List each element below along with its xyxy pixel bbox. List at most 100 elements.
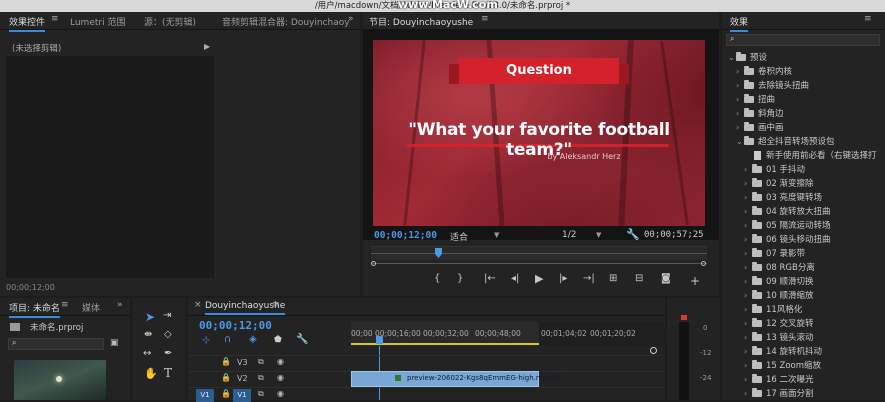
menu-icon[interactable]: ≡: [481, 14, 489, 24]
tab-source[interactable]: 源：(无剪辑): [144, 15, 196, 28]
sync-lock-icon[interactable]: ⧉: [258, 389, 264, 399]
wrench-icon[interactable]: 🔧: [626, 228, 640, 241]
tree-item[interactable]: › 10 顺滑缩放: [722, 289, 814, 303]
tab-lumetri-scopes[interactable]: Lumetri 范围: [70, 15, 125, 28]
slip-tool-icon[interactable]: ↔: [143, 348, 151, 359]
type-tool-icon[interactable]: T: [164, 366, 172, 380]
tree-item[interactable]: ⌄ 预设: [722, 51, 767, 65]
tree-item[interactable]: › 14 旋转机抖动: [722, 345, 822, 359]
clip-thumbnail[interactable]: [14, 360, 106, 400]
mark-in-icon[interactable]: {: [434, 273, 440, 284]
tree-item[interactable]: › 09 顺滑切换: [722, 275, 814, 289]
playhead-marker[interactable]: [435, 248, 442, 258]
folder-icon: [752, 332, 762, 341]
timeline-timecode[interactable]: 00;00;12;00: [199, 319, 272, 332]
menu-icon[interactable]: ≡: [272, 300, 280, 310]
program-timecode[interactable]: 00;00;12;00: [374, 230, 437, 241]
hand-tool-icon[interactable]: ✋: [144, 367, 158, 380]
eye-icon[interactable]: ◉: [277, 357, 284, 366]
sync-lock-icon[interactable]: ⧉: [258, 373, 264, 383]
tree-item[interactable]: › 07 录影带: [722, 247, 805, 261]
tab-effect-controls[interactable]: 效果控件: [9, 15, 46, 32]
tree-item[interactable]: › 08 RGB分离: [722, 261, 815, 275]
step-back-icon[interactable]: ◂|: [511, 273, 519, 284]
new-bin-icon[interactable]: ▣: [110, 338, 119, 348]
tree-item[interactable]: › 扭曲: [722, 93, 775, 107]
time-ruler[interactable]: 00;00 00;00;16;00 00;00;32;00 00;00;48;0…: [351, 322, 665, 346]
program-scrubber[interactable]: [371, 246, 707, 260]
menu-icon[interactable]: ≡: [61, 300, 69, 310]
lift-icon[interactable]: ⊞: [609, 273, 617, 284]
resolution-dropdown[interactable]: 1/2 ▼: [562, 230, 612, 240]
razor-tool-icon[interactable]: ◇: [164, 329, 172, 340]
pen-tool-icon[interactable]: ✒: [164, 348, 172, 359]
lock-icon[interactable]: 🔒: [221, 357, 231, 366]
add-button-icon[interactable]: +: [690, 274, 700, 288]
play-icon[interactable]: ▶: [535, 272, 543, 285]
ruler-label: 00;01;04;02: [541, 329, 587, 338]
folder-icon: [752, 220, 762, 229]
tree-item[interactable]: 新手使用前必看（右键选择打: [722, 149, 877, 163]
meter-scale-label: -24: [700, 374, 712, 382]
source-patch-v1[interactable]: V1: [196, 389, 214, 402]
more-tabs-icon[interactable]: »: [348, 14, 354, 24]
peak-indicator[interactable]: [681, 315, 687, 320]
tree-item[interactable]: › 05 隔流运动转场: [722, 219, 831, 233]
project-search-input[interactable]: ⌕: [8, 338, 104, 350]
track-select-tool-icon[interactable]: ⇥: [163, 310, 171, 321]
tree-item[interactable]: › 15 Zoom缩放: [722, 359, 821, 373]
go-to-out-icon[interactable]: →|: [583, 273, 595, 284]
menu-icon[interactable]: ≡: [864, 14, 872, 24]
video-clip[interactable]: preview-206022-Kgs8qEmmEG-high.mp4 [V]: [351, 371, 564, 387]
tree-item[interactable]: › 斜角边: [722, 107, 784, 121]
mark-out-icon[interactable]: }: [457, 273, 463, 284]
expand-arrow-icon[interactable]: ▶: [204, 42, 210, 51]
marker-icon[interactable]: ⬟: [274, 335, 282, 345]
tab-project[interactable]: 项目: 未命名: [9, 301, 60, 318]
step-forward-icon[interactable]: |▸: [559, 273, 567, 284]
eye-icon[interactable]: ◉: [277, 389, 284, 398]
scroll-end-handle[interactable]: [650, 347, 657, 354]
lock-icon[interactable]: 🔒: [221, 373, 231, 382]
tree-item[interactable]: › 11风格化: [722, 303, 802, 317]
tree-item[interactable]: › 12 交叉旋转: [722, 317, 814, 331]
ripple-edit-tool-icon[interactable]: ⇼: [144, 329, 152, 340]
tree-item[interactable]: › 04 旋转放大扭曲: [722, 205, 831, 219]
tab-effects[interactable]: 效果: [730, 15, 749, 32]
tree-item[interactable]: › 06 镜头移动扭曲: [722, 233, 831, 247]
zoom-bar[interactable]: [371, 261, 707, 266]
tree-item[interactable]: › 01 手抖动: [722, 163, 805, 177]
tree-item[interactable]: ⌄ 超全抖音转场预设包: [722, 135, 835, 149]
tree-item[interactable]: › 16 二次曝光: [722, 373, 814, 387]
tab-program[interactable]: 节目: Douyinchaoyushe: [369, 15, 474, 32]
more-tabs-icon[interactable]: »: [117, 300, 123, 310]
settings-icon[interactable]: 🔧: [296, 334, 308, 345]
sync-lock-icon[interactable]: ⧉: [258, 357, 264, 367]
chevron-right-icon: ›: [736, 95, 740, 104]
add-marker-icon[interactable]: ◈: [249, 334, 257, 345]
ruler-label: 00;00;48;00: [475, 329, 521, 338]
tree-item[interactable]: › 去除镜头扭曲: [722, 79, 809, 93]
go-to-in-icon[interactable]: |←: [484, 273, 496, 284]
tab-audio-clip-mixer[interactable]: 音频剪辑混合器: Douyinchaoy: [222, 15, 350, 28]
selection-tool-icon[interactable]: ➤: [145, 310, 155, 324]
timeline-playhead[interactable]: [376, 336, 383, 344]
track-label-v1[interactable]: V1: [233, 389, 251, 402]
close-icon[interactable]: ×: [194, 300, 202, 310]
tree-item[interactable]: › 卷积内核: [722, 65, 792, 79]
eye-icon[interactable]: ◉: [277, 373, 284, 382]
tree-item[interactable]: › 03 亮度键转场: [722, 191, 822, 205]
tree-item[interactable]: › 13 镜头滚动: [722, 331, 814, 345]
tree-item[interactable]: › 02 渐变擦除: [722, 177, 814, 191]
extract-icon[interactable]: ⊟: [635, 273, 643, 284]
lock-icon[interactable]: 🔒: [221, 389, 231, 398]
snap-icon[interactable]: ⊹: [202, 335, 210, 346]
linked-selection-icon[interactable]: ∩: [224, 334, 231, 345]
tree-item[interactable]: › 画中画: [722, 121, 784, 135]
effects-search-input[interactable]: ⌕: [726, 34, 880, 46]
export-frame-icon[interactable]: ◙: [661, 273, 671, 284]
tree-item[interactable]: › 17 画面分割: [722, 387, 814, 400]
tab-media-browser[interactable]: 媒体: [82, 301, 100, 314]
menu-icon[interactable]: ≡: [51, 14, 59, 24]
fit-dropdown[interactable]: 适合 ▼: [450, 230, 520, 243]
